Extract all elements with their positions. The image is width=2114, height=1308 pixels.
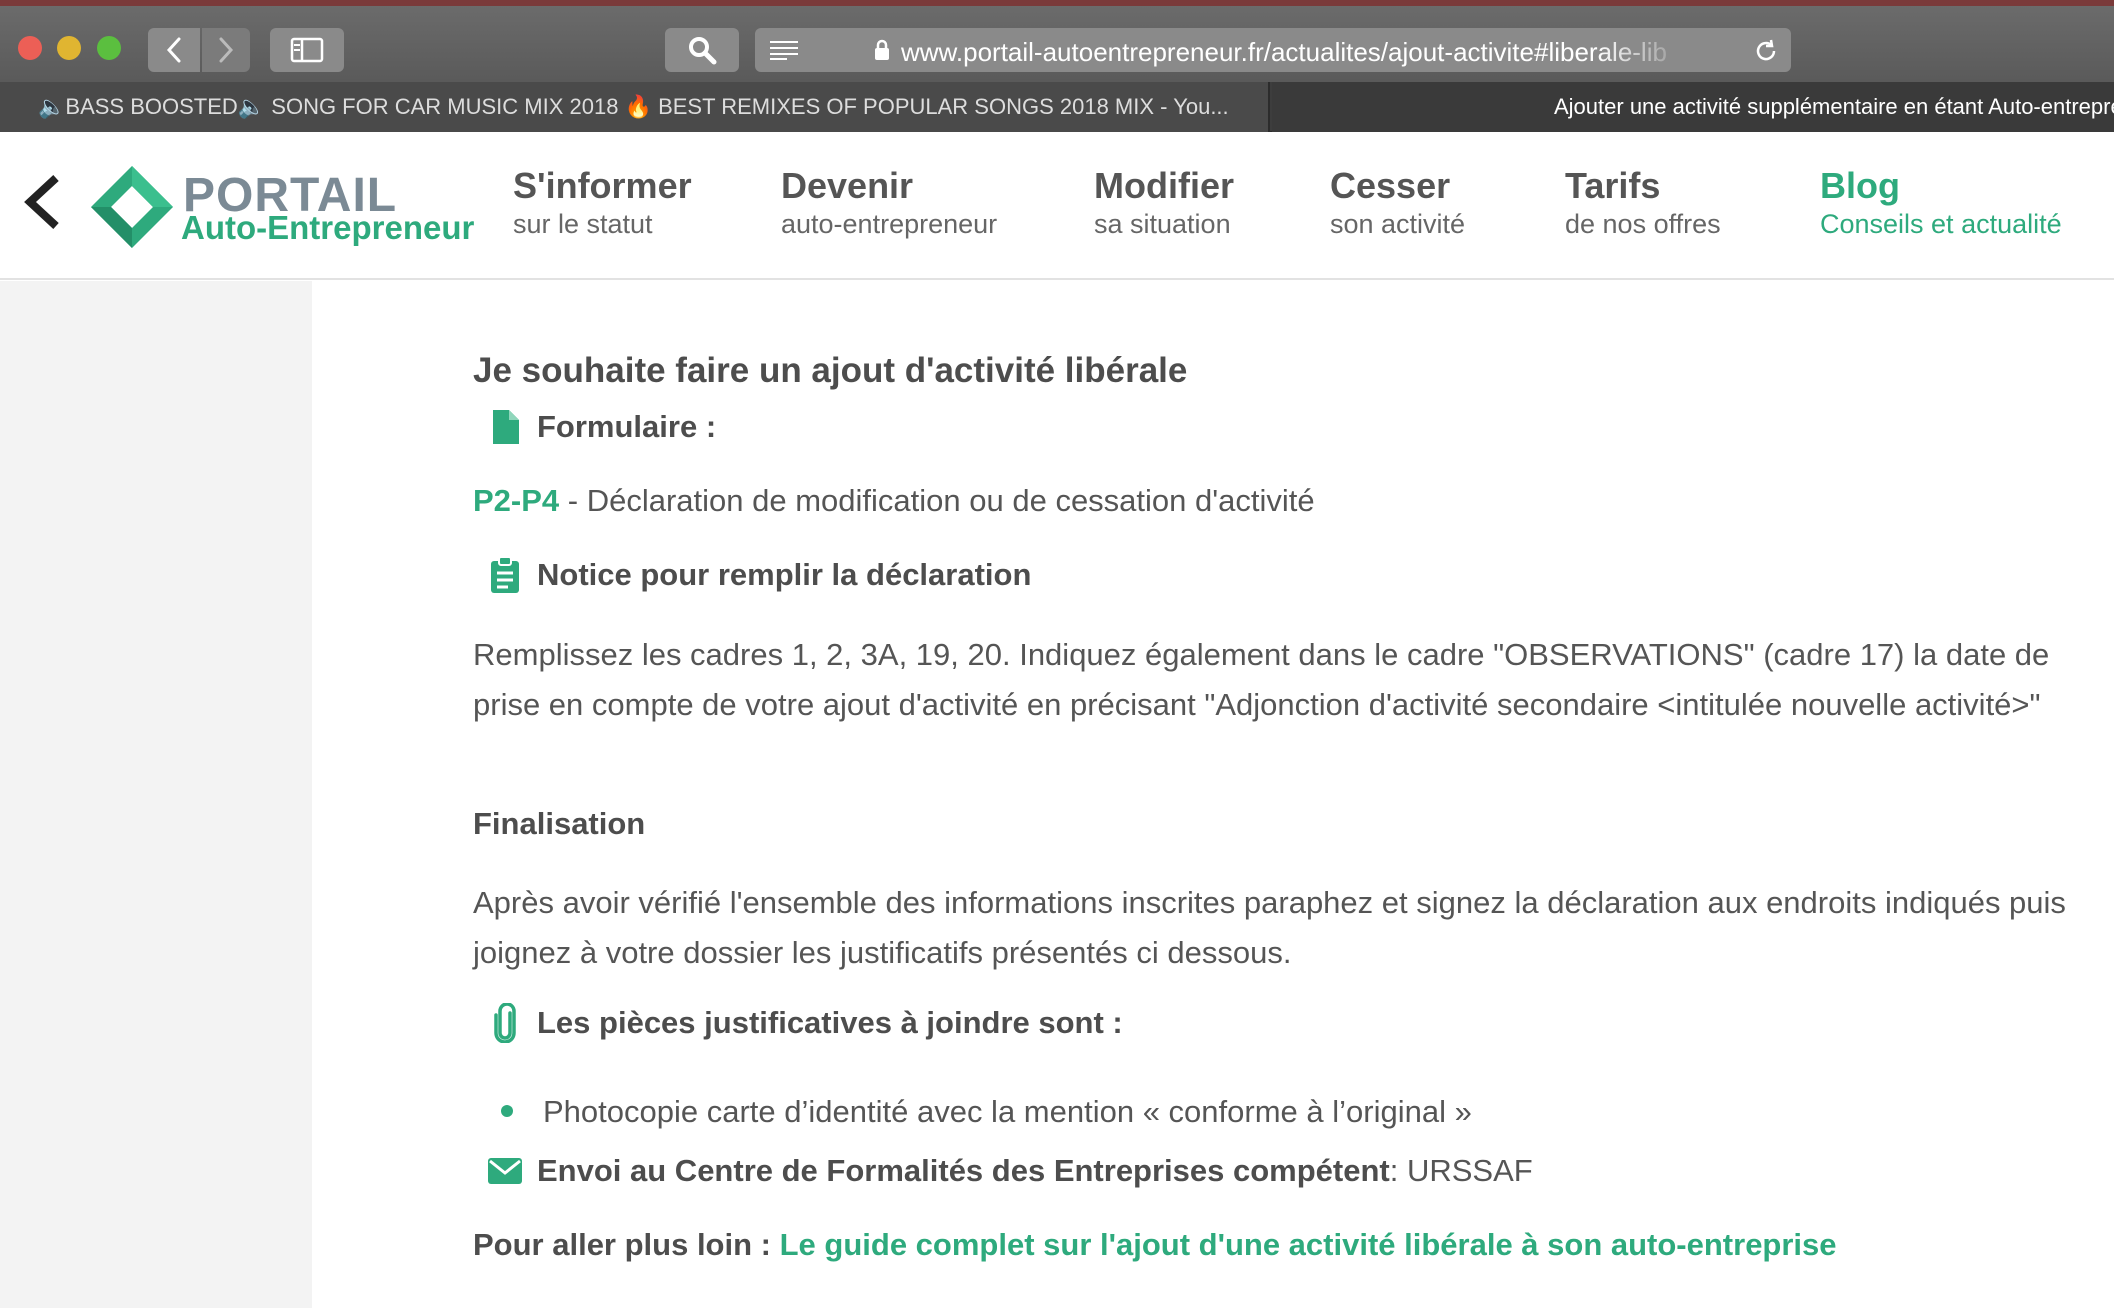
nav-tarifs[interactable]: Tarifs de nos offres	[1565, 166, 1721, 242]
nav-cesser[interactable]: Cesser son activité	[1330, 166, 1465, 242]
reload-icon[interactable]	[1753, 38, 1779, 69]
nav-subtitle: de nos offres	[1565, 209, 1721, 239]
url-text: www.portail-autoentrepreneur.fr/actualit…	[901, 37, 1667, 67]
clipboard-icon	[485, 557, 525, 593]
close-window-button[interactable]	[18, 36, 42, 60]
page-title: Je souhaite faire un ajout d'activité li…	[473, 351, 1188, 390]
chevron-right-icon	[219, 37, 234, 63]
minimize-window-button[interactable]	[57, 36, 81, 60]
chevron-left-icon	[166, 37, 181, 63]
nav-title: Devenir	[781, 165, 914, 206]
nav-sinformer[interactable]: S'informer sur le statut	[513, 166, 692, 242]
pieces-heading: Les pièces justificatives à joindre sont…	[473, 1003, 1123, 1043]
nav-subtitle: son activité	[1330, 209, 1466, 239]
nav-title: Tarifs	[1565, 165, 1661, 206]
tab-bar: 🔈BASS BOOSTED🔈 SONG FOR CAR MUSIC MIX 20…	[0, 82, 2114, 132]
guide-link[interactable]: Le guide complet sur l'ajout d'une activ…	[780, 1227, 1837, 1262]
notice-label: Notice pour remplir la déclaration	[537, 557, 1032, 592]
reader-view-icon[interactable]	[769, 40, 799, 65]
nav-subtitle: sur le statut	[513, 209, 653, 239]
nav-modifier[interactable]: Modifier sa situation	[1094, 166, 1234, 242]
tab-title: Ajouter une activité supplémentaire en é…	[1554, 94, 2114, 119]
plus-loin-line: Pour aller plus loin : Le guide complet …	[473, 1220, 2068, 1270]
pieces-label: Les pièces justificatives à joindre sont…	[537, 1005, 1123, 1040]
finalisation-label: Finalisation	[473, 806, 646, 841]
tab-youtube[interactable]: 🔈BASS BOOSTED🔈 SONG FOR CAR MUSIC MIX 20…	[0, 82, 1270, 132]
logo-icon[interactable]	[89, 164, 175, 255]
address-bar[interactable]: www.portail-autoentrepreneur.fr/actualit…	[755, 28, 1791, 72]
browser-titlebar: www.portail-autoentrepreneur.fr/actualit…	[0, 0, 2114, 82]
paperclip-icon	[485, 1003, 525, 1043]
site-header: PORTAIL Auto-Entrepreneur S'informer sur…	[0, 132, 2114, 280]
list-item: Photocopie carte d’identité avec la ment…	[473, 1087, 2068, 1137]
envoi-label: Envoi au Centre de Formalités des Entrep…	[537, 1153, 1390, 1188]
formulaire-heading: Formulaire :	[473, 409, 716, 445]
notice-text: Remplissez les cadres 1, 2, 3A, 19, 20. …	[473, 637, 2050, 722]
nav-title: Blog	[1820, 165, 1900, 206]
piece-text: Photocopie carte d’identité avec la ment…	[543, 1094, 1472, 1129]
form-description: - Déclaration de modification ou de cess…	[559, 483, 1315, 518]
finalisation-text: Après avoir vérifié l'ensemble des infor…	[473, 885, 2066, 970]
plus-loin-label: Pour aller plus loin :	[473, 1227, 780, 1262]
nav-subtitle: Conseils et actualité	[1820, 209, 2062, 239]
tab-active-article[interactable]: Ajouter une activité supplémentaire en é…	[1272, 82, 2114, 132]
document-icon	[485, 410, 525, 444]
sidebar-toggle-button[interactable]	[270, 28, 344, 72]
search-button[interactable]	[665, 28, 739, 72]
notice-heading: Notice pour remplir la déclaration	[473, 557, 1031, 593]
zoom-window-button[interactable]	[97, 36, 121, 60]
nav-blog[interactable]: Blog Conseils et actualité	[1820, 166, 2062, 242]
form-code-link[interactable]: P2-P4	[473, 483, 559, 518]
finalisation-heading: Finalisation	[473, 806, 645, 842]
left-gutter	[0, 281, 312, 1308]
nav-devenir[interactable]: Devenir auto-entrepreneur	[781, 166, 997, 242]
formulaire-label: Formulaire :	[537, 409, 717, 444]
sidebar-icon	[290, 37, 324, 63]
nav-title: S'informer	[513, 165, 692, 206]
lock-icon	[873, 38, 891, 67]
logo-subtitle[interactable]: Auto-Entrepreneur	[181, 209, 474, 247]
tab-title: 🔈BASS BOOSTED🔈 SONG FOR CAR MUSIC MIX 20…	[38, 94, 1229, 119]
envelope-icon	[485, 1158, 525, 1184]
form-line: P2-P4 - Déclaration de modification ou d…	[473, 476, 2068, 526]
nav-subtitle: sa situation	[1094, 209, 1231, 239]
back-arrow-icon[interactable]	[20, 172, 64, 237]
envoi-value: : URSSAF	[1389, 1153, 1533, 1188]
browser-back-button[interactable]	[148, 28, 200, 72]
search-icon	[689, 37, 717, 65]
envoi-line: Envoi au Centre de Formalités des Entrep…	[473, 1146, 2068, 1196]
bullet-icon	[501, 1104, 513, 1117]
nav-title: Modifier	[1094, 165, 1234, 206]
nav-subtitle: auto-entrepreneur	[781, 209, 998, 239]
browser-forward-button[interactable]	[202, 28, 250, 72]
nav-title: Cesser	[1330, 165, 1451, 206]
